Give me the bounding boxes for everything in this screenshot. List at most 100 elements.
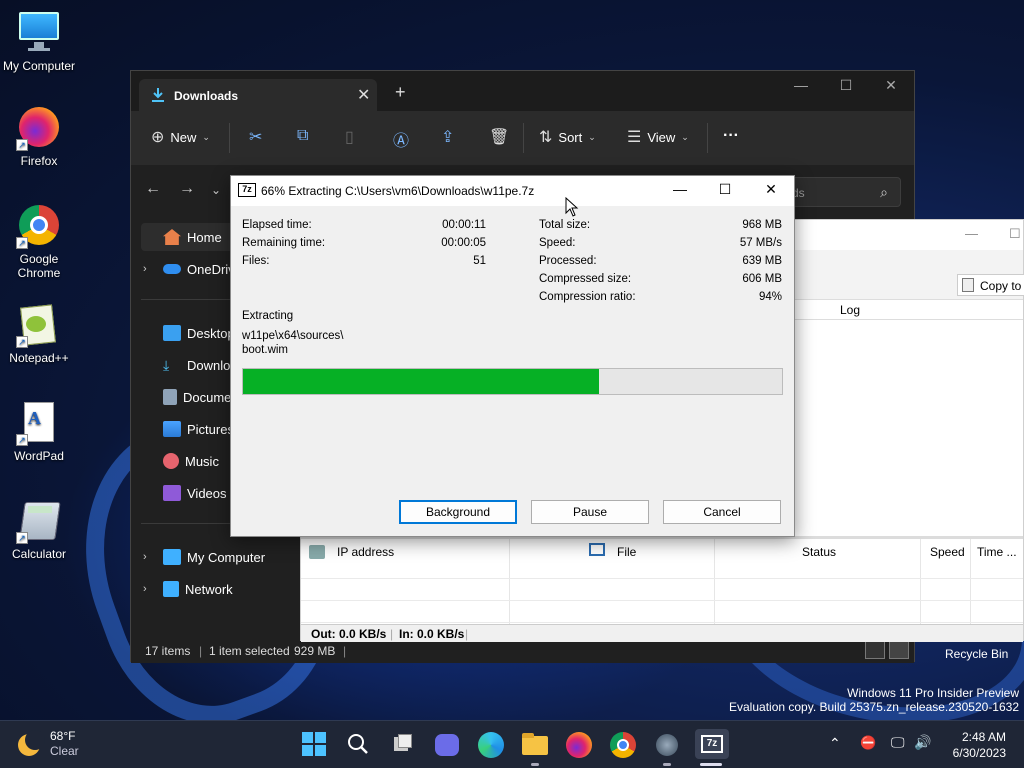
out-speed: Out: 0.0 KB/s — [311, 627, 387, 641]
table-row — [301, 578, 1023, 579]
firefox-taskbar-button[interactable] — [565, 731, 593, 759]
file-explorer-button[interactable] — [521, 731, 549, 759]
share-button[interactable]: ⇪ — [441, 127, 454, 147]
item-count: 17 items — [145, 644, 191, 658]
minimize-button[interactable]: — — [665, 181, 695, 197]
selection-size: 929 MB — [294, 644, 336, 658]
edge-button[interactable] — [477, 731, 505, 759]
close-window-button[interactable]: ✕ — [876, 77, 906, 94]
minimize-button[interactable]: — — [965, 226, 978, 241]
desktop-icon-my-computer[interactable]: My Computer — [2, 10, 76, 73]
tab-title: Downloads — [174, 89, 239, 103]
weather-description: Clear — [50, 744, 79, 758]
pause-button[interactable]: Pause — [531, 500, 649, 524]
column-divider — [970, 539, 971, 625]
sidebar-item-my-computer[interactable]: › My Computer — [141, 543, 301, 571]
chevron-right-icon[interactable]: › — [143, 263, 157, 275]
recent-locations-chevron-icon[interactable]: ⌄ — [211, 183, 221, 197]
desktop-icon-notepadpp[interactable]: ↗ Notepad++ — [2, 302, 76, 365]
column-time[interactable]: Time ... — [977, 545, 1017, 559]
delete-button[interactable]: 🗑 — [489, 127, 509, 147]
watermark-build: Evaluation copy. Build 25375.zn_release.… — [729, 700, 1019, 714]
close-dialog-button[interactable]: ✕ — [756, 181, 786, 198]
background-button[interactable]: Background — [399, 500, 517, 524]
trash-icon: 🗑 — [489, 129, 510, 146]
shortcut-arrow-icon: ↗ — [16, 139, 28, 151]
chevron-right-icon[interactable]: › — [143, 583, 157, 595]
weather-text[interactable]: 68°F Clear — [50, 729, 79, 759]
display-icon[interactable]: 🖵 — [891, 734, 905, 751]
close-tab-icon[interactable]: ✕ — [357, 85, 370, 105]
maximize-button[interactable]: ☐ — [831, 77, 861, 94]
chrome-taskbar-button[interactable] — [609, 731, 637, 759]
sidebar-item-network[interactable]: › Network — [141, 575, 301, 603]
chevron-right-icon[interactable]: › — [143, 551, 157, 563]
extracting-label: Extracting — [242, 310, 294, 322]
desktop-icon-calculator[interactable]: ↗ Calculator — [2, 498, 76, 561]
maximize-button[interactable]: ☐ — [1009, 226, 1021, 242]
chevron-up-icon[interactable]: ⌃ — [829, 735, 841, 752]
start-button[interactable] — [301, 731, 329, 759]
network-node-icon — [309, 545, 325, 559]
network-disconnected-icon[interactable]: ⛔ — [860, 735, 876, 751]
seven-zip-taskbar-button[interactable]: 7z — [695, 729, 729, 759]
view-list-icon: ☰ — [627, 129, 642, 146]
videos-icon — [163, 485, 181, 501]
total-size-label: Total size: — [539, 219, 591, 231]
copy-button[interactable]: ⧉ — [297, 127, 308, 145]
cancel-button[interactable]: Cancel — [663, 500, 781, 524]
back-arrow-icon[interactable]: ← — [145, 180, 161, 198]
sort-label: Sort — [558, 129, 583, 145]
task-view-button[interactable] — [389, 731, 417, 759]
desktop-icon-label: Calculator — [11, 547, 67, 561]
running-indicator — [531, 763, 539, 766]
download-icon — [152, 88, 164, 102]
folder-icon — [522, 736, 548, 755]
copy-to-button[interactable]: Copy to — [957, 274, 1024, 296]
search-button[interactable] — [345, 731, 373, 759]
sidebar-item-label: Home — [187, 229, 222, 245]
network-icon — [163, 581, 179, 597]
sort-button[interactable]: ⇅ Sort ⌄ — [539, 127, 596, 147]
edge-icon — [478, 732, 504, 758]
cut-button[interactable]: ✂ — [249, 127, 262, 147]
weather-widget[interactable] — [18, 730, 45, 756]
teams-chat-button[interactable] — [433, 731, 461, 759]
view-button[interactable]: ☰ View ⌄ — [627, 127, 689, 147]
desktop-icon-chrome[interactable]: ↗ Google Chrome — [2, 203, 76, 280]
firefox-icon — [566, 732, 592, 758]
log-title: Log — [840, 303, 861, 317]
volume-icon[interactable]: 🔊 — [914, 734, 931, 751]
desktop-icon-wordpad[interactable]: A ↗ WordPad — [2, 400, 76, 463]
calculator-icon: ↗ — [16, 498, 62, 544]
sidebar-item-label: Desktop — [187, 325, 235, 341]
minimize-button[interactable]: — — [786, 77, 816, 93]
rename-button[interactable]: Ⓐ — [393, 127, 409, 151]
search-input[interactable]: ds ⌕ — [781, 177, 901, 207]
system-clock[interactable]: 2:48 AM 6/30/2023 — [953, 729, 1006, 761]
new-button[interactable]: ⊕ New ⌄ — [151, 127, 210, 147]
column-file[interactable]: File — [617, 545, 636, 559]
column-speed[interactable]: Speed — [930, 545, 965, 559]
cloud-icon — [163, 264, 181, 274]
download-icon: ⤓ — [163, 357, 170, 373]
current-path-line1: w11pe\x64\sources\ — [242, 330, 344, 342]
new-tab-button[interactable]: + — [395, 83, 406, 101]
forward-arrow-icon[interactable]: → — [179, 180, 195, 198]
paste-button[interactable]: ▯ — [345, 127, 354, 147]
column-ip-address[interactable]: IP address — [337, 545, 394, 559]
shortcut-arrow-icon: ↗ — [16, 532, 28, 544]
progress-bar-fill — [243, 369, 599, 394]
tab-downloads[interactable]: Downloads ✕ — [139, 79, 377, 111]
recycle-bin-label[interactable]: Recycle Bin — [945, 647, 1008, 661]
desktop-icon-firefox[interactable]: ↗ Firefox — [2, 105, 76, 168]
more-options-icon[interactable]: ··· — [723, 127, 739, 145]
tiles-view-icon[interactable] — [889, 641, 909, 659]
maximize-button[interactable]: ☐ — [710, 181, 740, 198]
column-divider — [714, 539, 715, 625]
chrome-icon: ↗ — [16, 203, 62, 249]
network-app-taskbar-button[interactable] — [653, 731, 681, 759]
remaining-time-value: 00:00:05 — [441, 237, 486, 249]
column-status[interactable]: Status — [802, 545, 836, 559]
details-view-icon[interactable] — [865, 641, 885, 659]
